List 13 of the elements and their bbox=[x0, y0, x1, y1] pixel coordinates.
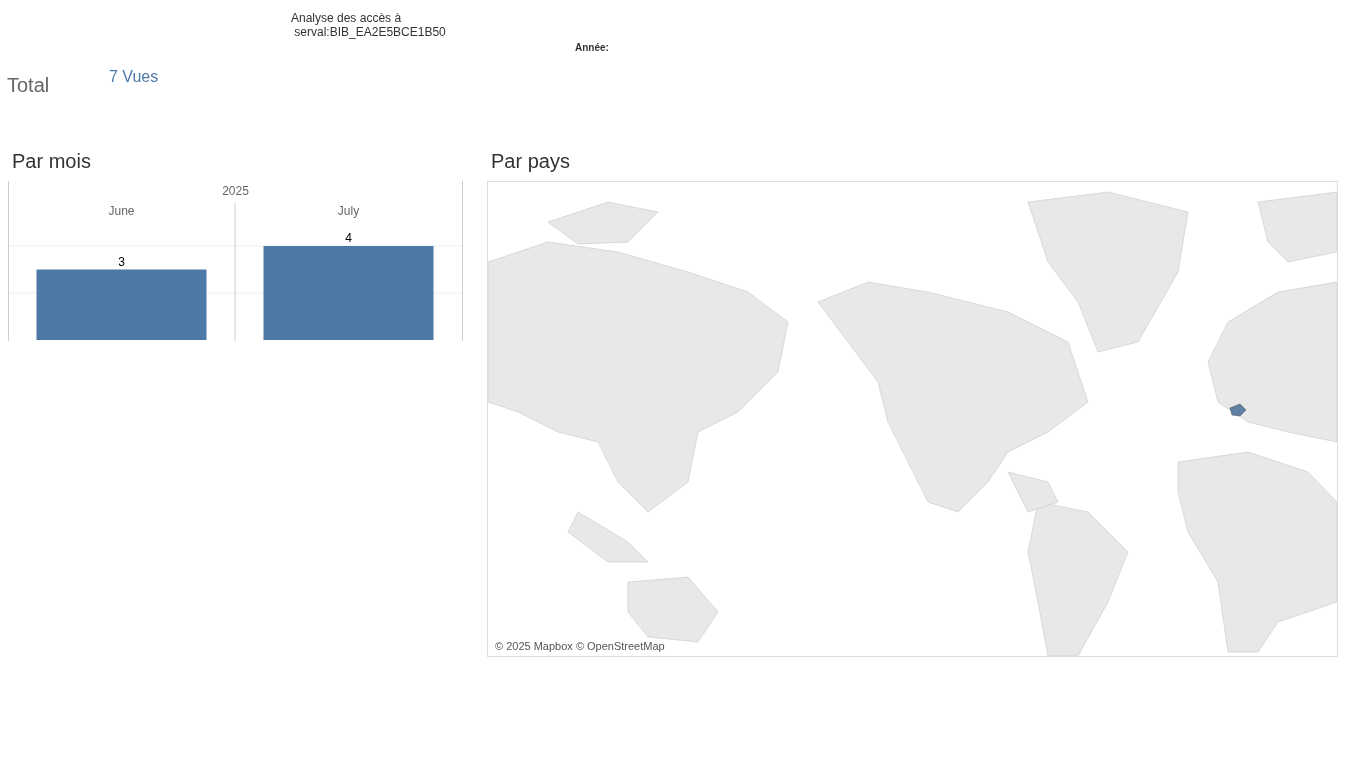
highlighted-country bbox=[1229, 403, 1247, 417]
year-header: 2025 bbox=[222, 184, 249, 198]
section-heading: Par mois bbox=[12, 150, 91, 173]
bar-value-label: 4 bbox=[345, 231, 352, 245]
section-heading: Par pays bbox=[491, 150, 570, 173]
dashboard-title: Analyse des accès à serval:BIB_EA2E5BCE1B50 bbox=[290, 10, 446, 39]
month-label: July bbox=[337, 204, 360, 218]
map-attribution: © 2025 Mapbox © OpenStreetMap bbox=[492, 639, 668, 653]
total-views-value: 7 Vues bbox=[109, 68, 159, 86]
total-label: Total bbox=[7, 74, 51, 96]
bar-value-label: 3 bbox=[118, 254, 125, 269]
year-filter-label: Année: bbox=[575, 42, 609, 53]
month-label: June bbox=[108, 204, 135, 218]
